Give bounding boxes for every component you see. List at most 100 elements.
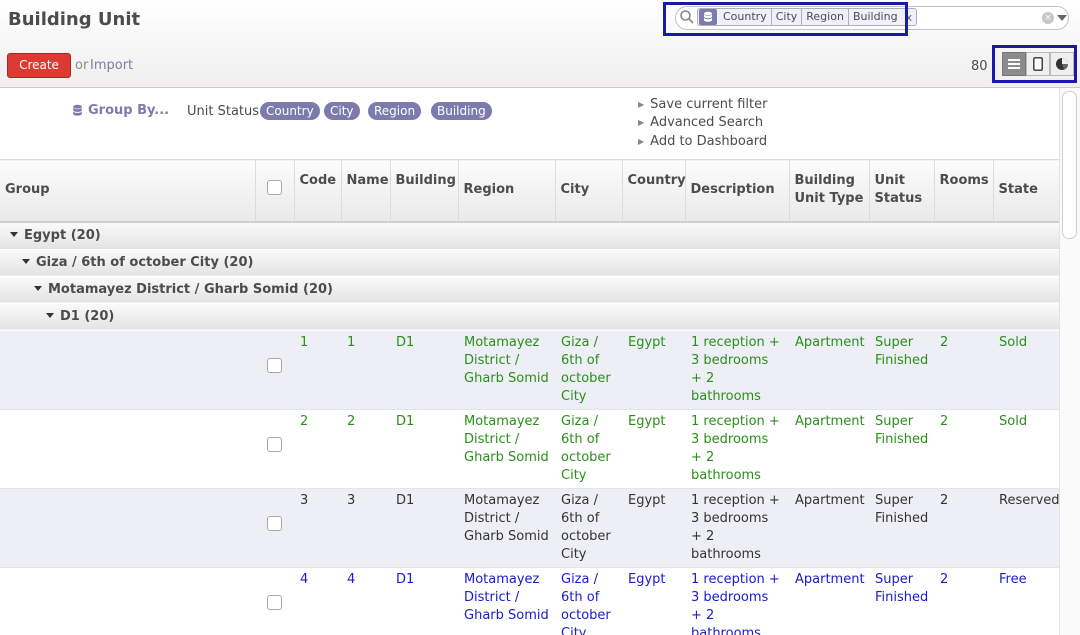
cell-state: Free [993, 567, 1060, 635]
cell-description: 1 reception + 3 bedrooms + 2 bathrooms [685, 330, 789, 410]
cell-country: Egypt [622, 567, 685, 635]
cell-unit-status: Super Finished [869, 330, 934, 410]
row-checkbox[interactable] [267, 515, 282, 531]
cell-description: 1 reception + 3 bedrooms + 2 bathrooms [685, 567, 789, 635]
row-checkbox[interactable] [267, 594, 282, 610]
column-header-code[interactable]: Code [293, 159, 341, 223]
cell-rooms: 2 [934, 409, 993, 489]
cell-unit-type: Apartment [789, 567, 869, 635]
column-header-building[interactable]: Building [389, 159, 458, 223]
select-cell [255, 409, 294, 489]
cell-region: Motamayez District / Gharb Somid [458, 488, 555, 568]
select-cell [255, 567, 294, 635]
import-link[interactable]: Import [90, 58, 133, 73]
table-row[interactable]: 2 2 D1 Motamayez District / Gharb Somid … [0, 409, 1060, 489]
group-row-country[interactable]: Egypt (20) [0, 221, 1060, 250]
column-header-city[interactable]: City [554, 159, 622, 223]
column-header-state[interactable]: State [992, 159, 1060, 223]
table-row[interactable]: 3 3 D1 Motamayez District / Gharb Somid … [0, 488, 1060, 568]
column-header-group[interactable]: Group [0, 159, 255, 223]
expand-caret-icon [34, 285, 42, 291]
select-cell [255, 488, 294, 568]
column-header-unit-status[interactable]: Unit Status [868, 159, 934, 223]
group-row-region[interactable]: Motamayez District / Gharb Somid (20) [0, 276, 1060, 304]
search-highlight-box [663, 2, 908, 36]
search-dropdown-toggle-icon[interactable] [1057, 15, 1067, 21]
cell-building: D1 [390, 567, 458, 635]
group-row-city[interactable]: Giza / 6th of october City (20) [0, 249, 1060, 277]
scrollbar-thumb[interactable] [1062, 91, 1077, 239]
view-switcher-highlight-box [992, 45, 1077, 83]
cell-code: 2 [294, 409, 341, 489]
save-current-filter-label: Save current filter [650, 97, 768, 112]
record-count: 80 [971, 59, 988, 74]
expand-caret-icon [22, 258, 30, 264]
cell-country: Egypt [622, 409, 685, 489]
group-by-chip-region[interactable]: Region [368, 102, 422, 120]
column-header-unit-type[interactable]: Building Unit Type [788, 159, 869, 223]
caret-right-icon: ▶ [638, 137, 645, 146]
group-row-building[interactable]: D1 (20) [0, 303, 1060, 331]
column-header-country[interactable]: Country [621, 159, 686, 223]
column-header-rooms[interactable]: Rooms [933, 159, 993, 223]
caret-right-icon: ▶ [638, 100, 645, 109]
clear-search-icon[interactable]: × [1042, 12, 1054, 24]
or-label: or [75, 58, 89, 73]
group-by-option-unit-status[interactable]: Unit Status [187, 104, 259, 119]
group-label: Giza / 6th of october City (20) [36, 254, 254, 270]
cell-region: Motamayez District / Gharb Somid [458, 409, 555, 489]
caret-right-icon: ▶ [638, 118, 645, 127]
save-current-filter-link[interactable]: ▶ Save current filter [638, 97, 767, 112]
create-button[interactable]: Create [7, 53, 71, 78]
cell-building: D1 [390, 488, 458, 568]
cell-name: 1 [341, 330, 390, 410]
group-label: Motamayez District / Gharb Somid (20) [48, 281, 333, 297]
cell-city: Giza / 6th of october City [555, 330, 622, 410]
add-to-dashboard-label: Add to Dashboard [650, 134, 768, 149]
row-checkbox[interactable] [267, 357, 282, 373]
cell-code: 3 [294, 488, 341, 568]
cell-unit-status: Super Finished [869, 567, 934, 635]
expand-caret-icon [10, 231, 18, 237]
table-row[interactable]: 4 4 D1 Motamayez District / Gharb Somid … [0, 567, 1060, 635]
cell-code: 4 [294, 567, 341, 635]
cell-city: Giza / 6th of october City [555, 409, 622, 489]
cell-region: Motamayez District / Gharb Somid [458, 330, 555, 410]
cell-country: Egypt [622, 330, 685, 410]
group-cell [0, 330, 255, 410]
cell-unit-status: Super Finished [869, 409, 934, 489]
group-cell [0, 567, 255, 635]
add-to-dashboard-link[interactable]: ▶ Add to Dashboard [638, 134, 767, 149]
group-cell [0, 488, 255, 568]
row-checkbox[interactable] [267, 436, 282, 452]
group-by-chip-building[interactable]: Building [431, 102, 492, 120]
cell-building: D1 [390, 330, 458, 410]
building-unit-table: Group Code Name Building Region City Cou… [0, 159, 1060, 635]
cell-rooms: 2 [934, 330, 993, 410]
select-cell [255, 330, 294, 410]
cell-country: Egypt [622, 488, 685, 568]
group-label: Egypt (20) [24, 227, 101, 243]
cell-city: Giza / 6th of october City [555, 488, 622, 568]
group-by-toggle[interactable]: Group By... [72, 103, 169, 118]
cell-city: Giza / 6th of october City [555, 567, 622, 635]
advanced-search-link[interactable]: ▶ Advanced Search [638, 115, 763, 130]
cell-description: 1 reception + 3 bedrooms + 2 bathrooms [685, 488, 789, 568]
cell-name: 3 [341, 488, 390, 568]
group-by-label: Group By... [88, 103, 170, 118]
table-row[interactable]: 1 1 D1 Motamayez District / Gharb Somid … [0, 330, 1060, 410]
group-by-chip-country[interactable]: Country [260, 102, 320, 120]
group-by-chip-city[interactable]: City [324, 102, 360, 120]
cell-building: D1 [390, 409, 458, 489]
cell-code: 1 [294, 330, 341, 410]
group-label: D1 (20) [60, 308, 115, 324]
select-all-checkbox[interactable] [267, 179, 282, 195]
column-header-name[interactable]: Name [340, 159, 390, 223]
cell-rooms: 2 [934, 488, 993, 568]
cell-unit-type: Apartment [789, 330, 869, 410]
cell-state: Sold [993, 330, 1060, 410]
column-header-description[interactable]: Description [684, 159, 789, 223]
advanced-search-label: Advanced Search [650, 115, 764, 130]
column-header-region[interactable]: Region [457, 159, 555, 223]
cell-name: 4 [341, 567, 390, 635]
